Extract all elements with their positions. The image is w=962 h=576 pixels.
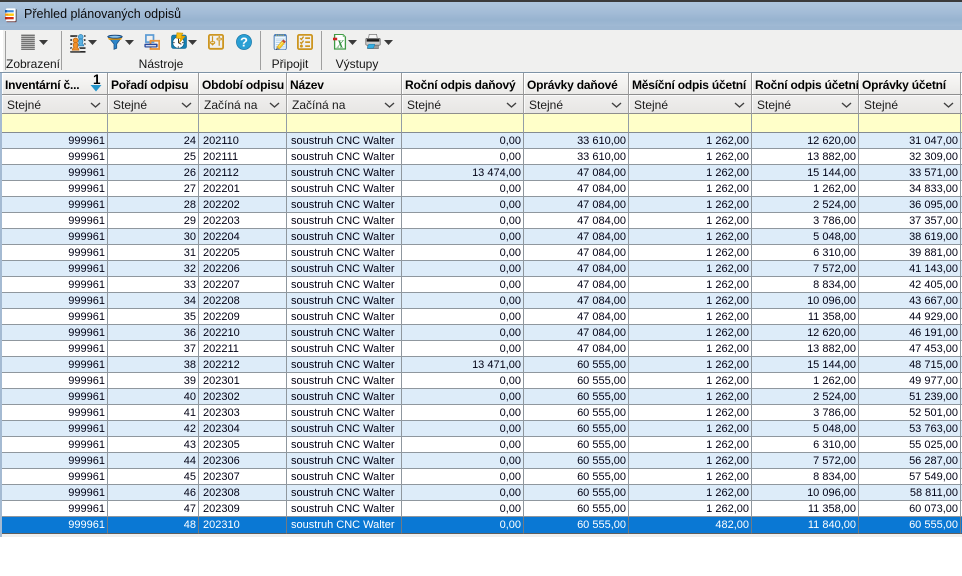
svg-text:?: ? xyxy=(240,35,248,50)
svg-text:X: X xyxy=(336,39,345,50)
